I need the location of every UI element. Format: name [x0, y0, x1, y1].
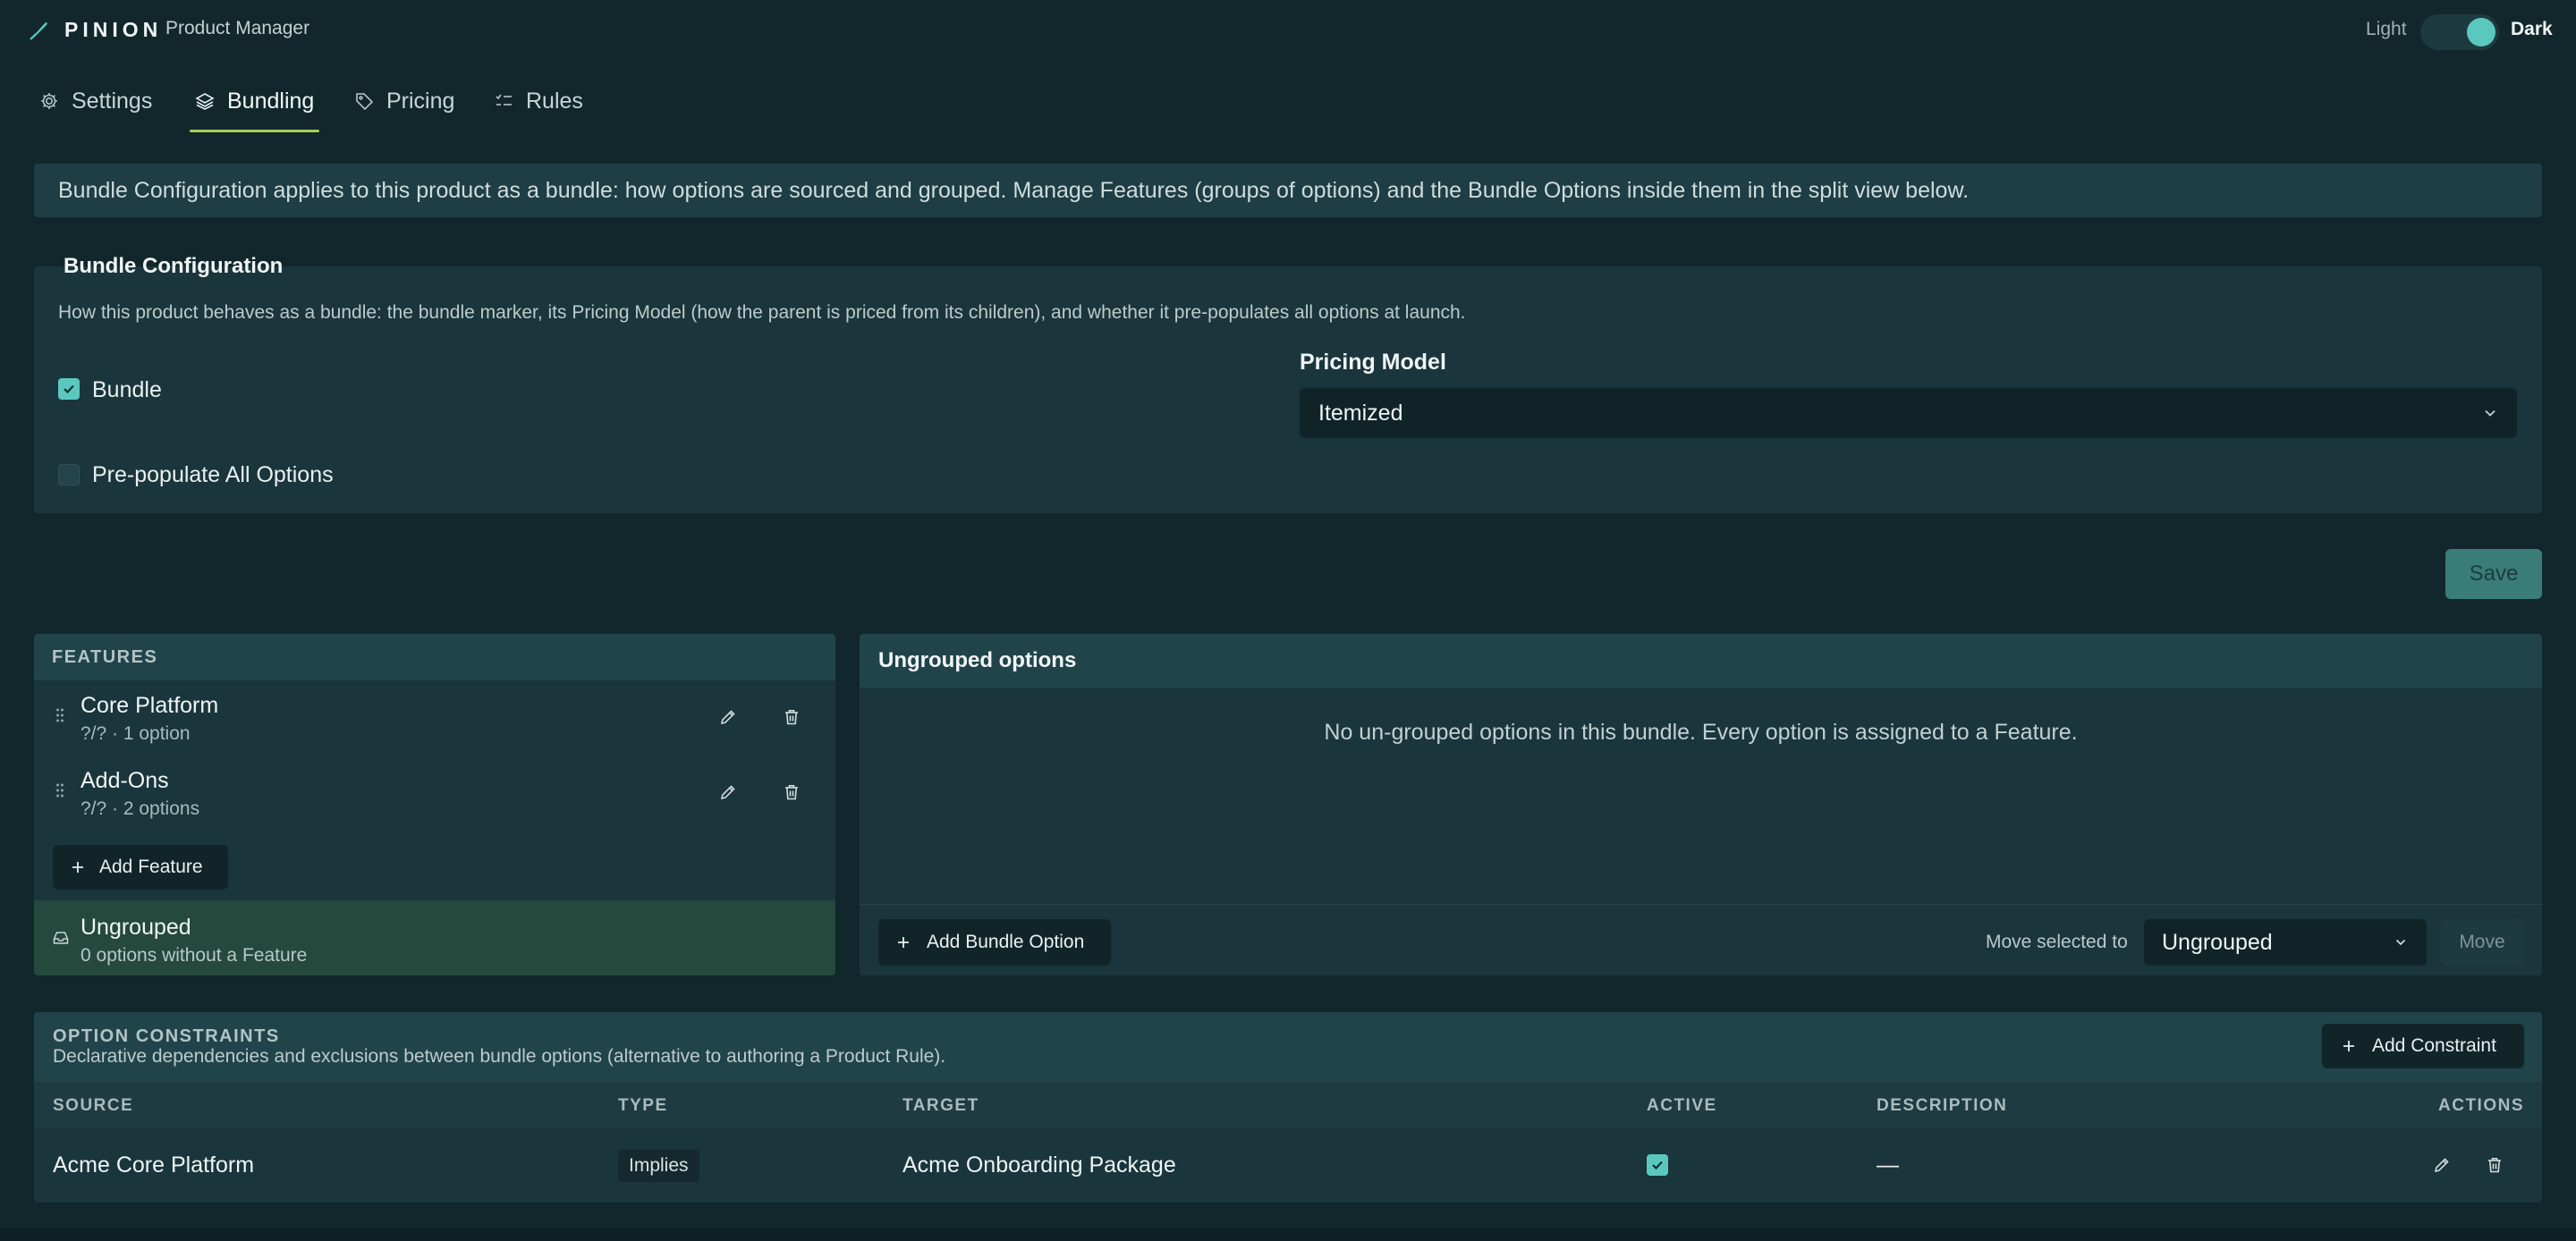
prepopulate-label: Pre-populate All Options — [92, 462, 334, 487]
constraint-source: Acme Core Platform — [53, 1152, 255, 1178]
tab-label: Rules — [526, 88, 583, 114]
constraints-header: OPTION CONSTRAINTS Declarative dependenc… — [34, 1012, 2542, 1082]
gear-icon — [41, 93, 57, 109]
pricing-model-label: Pricing Model — [1300, 350, 1446, 375]
drag-handle-icon[interactable] — [55, 782, 64, 798]
constraint-type-badge: Implies — [618, 1150, 699, 1182]
column-header-active: ACTIVE — [1647, 1096, 1717, 1115]
ungrouped-options-title: Ungrouped options — [860, 634, 2542, 688]
column-header-target: TARGET — [902, 1096, 979, 1115]
ungrouped-options-panel: Ungrouped options No un-grouped options … — [860, 634, 2542, 975]
ungrouped-meta: 0 options without a Feature — [80, 945, 308, 966]
pencil-icon[interactable] — [718, 782, 738, 802]
feature-meta: ?/? · 1 option — [80, 723, 191, 744]
constraints-description: Declarative dependencies and exclusions … — [53, 1046, 946, 1067]
tab-settings[interactable]: Settings — [39, 70, 152, 132]
save-button[interactable]: Save — [2445, 549, 2542, 599]
features-panel: FEATURES Core Platform ?/? · 1 option Ad… — [34, 634, 835, 975]
option-constraints-panel: OPTION CONSTRAINTS Declarative dependenc… — [34, 1012, 2542, 1203]
bundle-label: Bundle — [92, 377, 162, 402]
plus-icon — [72, 862, 83, 873]
trash-icon[interactable] — [782, 707, 801, 727]
checklist-icon — [496, 94, 512, 106]
table-row: Acme Core Platform Implies Acme Onboardi… — [34, 1128, 2542, 1203]
add-constraint-label: Add Constraint — [2372, 1035, 2496, 1056]
column-header-type: TYPE — [618, 1096, 668, 1115]
tab-pricing[interactable]: Pricing — [354, 70, 454, 132]
constraints-title: OPTION CONSTRAINTS — [53, 1026, 280, 1046]
column-header-actions: ACTIONS — [2438, 1096, 2524, 1115]
plus-icon — [2343, 1041, 2354, 1051]
constraint-active-checkbox[interactable] — [1647, 1154, 1668, 1176]
feature-name: Core Platform — [80, 693, 219, 718]
bundle-config-description: How this product behaves as a bundle: th… — [58, 302, 1466, 323]
pencil-icon[interactable] — [718, 707, 738, 727]
theme-light-label: Light — [2366, 19, 2407, 39]
inbox-icon — [53, 932, 69, 944]
tag-icon — [356, 93, 374, 111]
tab-bundling[interactable]: Bundling — [190, 70, 320, 132]
pricing-model-select[interactable]: Itemized — [1300, 388, 2517, 438]
app-subtitle: Product Manager — [165, 18, 310, 38]
bundle-config-title: Bundle Configuration — [64, 254, 284, 278]
features-header: FEATURES — [34, 634, 835, 680]
empty-state-message: No un-grouped options in this bundle. Ev… — [1324, 720, 2078, 745]
trash-icon[interactable] — [2485, 1155, 2504, 1175]
toggle-knob — [2467, 18, 2496, 46]
add-feature-label: Add Feature — [99, 857, 203, 877]
move-button[interactable]: Move — [2441, 919, 2523, 966]
bundle-configuration-card: How this product behaves as a bundle: th… — [34, 266, 2542, 513]
feature-name: Add-Ons — [80, 768, 169, 793]
theme-dark-label: Dark — [2511, 19, 2553, 39]
add-bundle-option-label: Add Bundle Option — [927, 932, 1085, 952]
pencil-icon[interactable] — [2432, 1155, 2452, 1175]
top-bar: PINION Product Manager Light Dark — [0, 0, 2576, 61]
move-target-value: Ungrouped — [2162, 929, 2273, 955]
trash-icon[interactable] — [782, 782, 801, 802]
tab-rules[interactable]: Rules — [494, 70, 583, 132]
check-icon — [1652, 1161, 1663, 1170]
chevron-down-icon — [2395, 939, 2406, 946]
move-selected-label: Move selected to — [1986, 932, 2128, 952]
move-target-select[interactable]: Ungrouped — [2144, 919, 2427, 966]
add-constraint-button[interactable]: Add Constraint — [2322, 1024, 2524, 1068]
plus-icon — [898, 937, 909, 948]
add-bundle-option-button[interactable]: Add Bundle Option — [878, 919, 1111, 966]
constraint-target: Acme Onboarding Package — [902, 1152, 1176, 1178]
info-banner: Bundle Configuration applies to this pro… — [34, 164, 2542, 217]
pricing-model-value: Itemized — [1318, 400, 1403, 426]
bundle-checkbox[interactable] — [58, 378, 80, 400]
feature-row[interactable]: Core Platform ?/? · 1 option — [34, 680, 835, 756]
check-icon — [64, 384, 74, 394]
window-bottom-edge — [0, 1228, 2576, 1241]
tab-label: Settings — [72, 88, 153, 114]
tab-label: Pricing — [386, 88, 455, 114]
tab-label: Bundling — [227, 88, 315, 114]
layers-icon — [195, 93, 215, 110]
column-header-description: DESCRIPTION — [1877, 1096, 2008, 1115]
feather-logo-icon — [30, 22, 47, 40]
column-header-source: SOURCE — [53, 1096, 134, 1115]
ungrouped-options-footer: Add Bundle Option Move selected to Ungro… — [860, 904, 2542, 975]
brand-name: PINION — [64, 18, 163, 41]
feature-meta: ?/? · 2 options — [80, 798, 200, 819]
chevron-down-icon — [2485, 409, 2496, 417]
tab-bar: Settings Bundling Pricing Rules — [0, 70, 2576, 132]
table-header-row: SOURCE TYPE TARGET ACTIVE DESCRIPTION AC… — [34, 1082, 2542, 1128]
prepopulate-checkbox[interactable] — [58, 464, 80, 485]
ungrouped-feature-row[interactable]: Ungrouped 0 options without a Feature — [34, 900, 835, 975]
feature-row[interactable]: Add-Ons ?/? · 2 options — [34, 756, 835, 831]
theme-toggle[interactable] — [2420, 14, 2499, 50]
constraint-description: — — [1877, 1152, 1899, 1178]
drag-handle-icon[interactable] — [55, 707, 64, 723]
ungrouped-name: Ungrouped — [80, 915, 191, 940]
add-feature-button[interactable]: Add Feature — [53, 845, 228, 890]
